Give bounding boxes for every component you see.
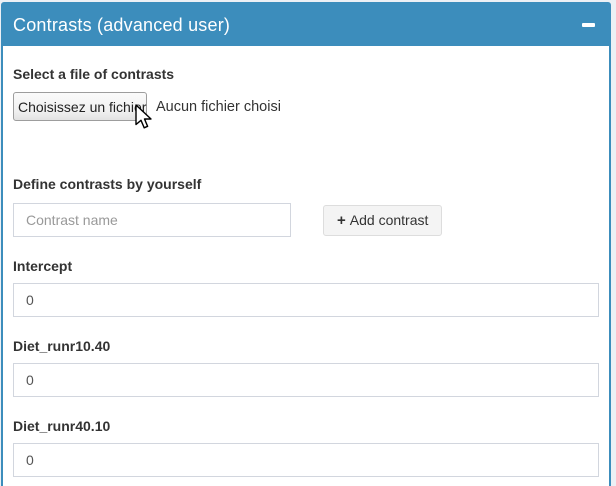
diet-runr40-10-input[interactable] <box>13 443 599 477</box>
file-input-row: Choisissez un fichier Aucun fichier choi… <box>13 92 599 121</box>
contrast-name-input[interactable] <box>13 203 291 237</box>
define-section-label: Define contrasts by yourself <box>13 174 599 194</box>
contrasts-panel: Contrasts (advanced user) Select a file … <box>1 2 611 486</box>
add-contrast-label: Add contrast <box>350 212 429 228</box>
file-section-label: Select a file of contrasts <box>13 64 599 84</box>
page: Contrasts (advanced user) Select a file … <box>0 0 616 486</box>
panel-header: Contrasts (advanced user) <box>3 4 609 46</box>
diet-runr10-40-input[interactable] <box>13 363 599 397</box>
field-label-diet-runr10-40: Diet_runr10.40 <box>13 336 599 356</box>
plus-icon: + <box>337 212 346 229</box>
add-contrast-button[interactable]: + Add contrast <box>323 205 442 236</box>
choose-file-button[interactable]: Choisissez un fichier <box>13 92 147 121</box>
panel-title: Contrasts (advanced user) <box>13 15 230 36</box>
field-label-intercept: Intercept <box>13 256 599 276</box>
define-contrast-row: + Add contrast <box>13 203 599 237</box>
intercept-input[interactable] <box>13 283 599 317</box>
collapse-button[interactable] <box>582 23 595 27</box>
field-label-diet-runr40-10: Diet_runr40.10 <box>13 416 599 436</box>
file-status-text: Aucun fichier choisi <box>156 99 281 115</box>
minus-icon <box>582 23 595 27</box>
panel-body: Select a file of contrasts Choisissez un… <box>3 46 609 486</box>
